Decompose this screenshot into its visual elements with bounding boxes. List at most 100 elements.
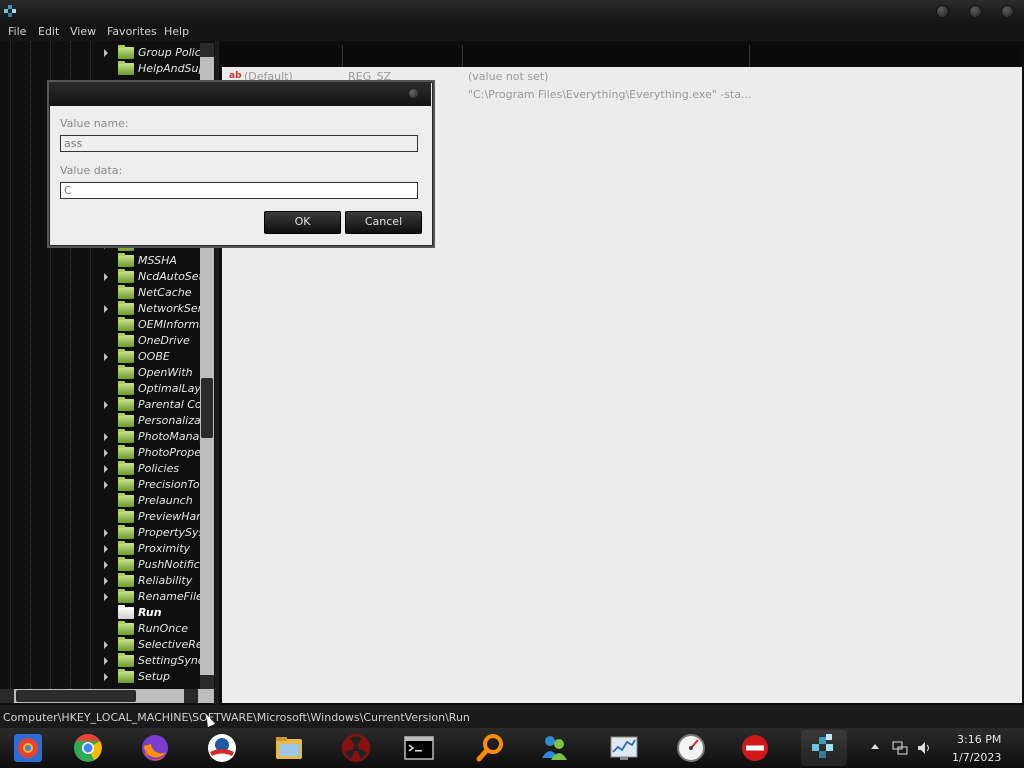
tree-item[interactable]: Reliability [104, 573, 200, 589]
scroll-up-arrow[interactable] [200, 43, 214, 57]
folder-icon [118, 445, 134, 459]
tree-item-label: OptimalLayo [138, 382, 200, 395]
tree-item[interactable]: OpenWith [104, 365, 200, 381]
tree-item[interactable]: OEMInforma [104, 317, 200, 333]
tree-item[interactable]: Group Policy [104, 45, 200, 61]
tree-item-label: Reliability [138, 574, 193, 587]
chromium-icon[interactable] [5, 730, 51, 766]
dialog-title-bar[interactable] [49, 82, 431, 106]
tree-item[interactable]: Setup [104, 669, 200, 685]
scroll-thumb[interactable] [201, 378, 213, 438]
expand-arrow-icon[interactable] [104, 545, 108, 553]
network-icon[interactable] [892, 741, 908, 755]
expand-arrow-icon[interactable] [104, 353, 108, 361]
volume-icon[interactable] [917, 741, 933, 755]
obama-logo-icon[interactable] [199, 730, 245, 766]
expand-arrow-icon[interactable] [104, 593, 108, 601]
tree-item[interactable]: Personalizat [104, 413, 200, 429]
expand-arrow-icon[interactable] [104, 529, 108, 537]
folder-icon [118, 589, 134, 603]
menu-help[interactable]: Help [164, 25, 189, 38]
performance-monitor-icon[interactable] [601, 730, 647, 766]
scroll-thumb-horizontal[interactable] [16, 690, 136, 702]
tree-item[interactable]: PreviewHan [104, 509, 200, 525]
close-button[interactable] [1001, 5, 1014, 18]
minimize-button[interactable] [936, 5, 949, 18]
tree-item[interactable]: MSSHA [104, 253, 200, 269]
expand-arrow-icon[interactable] [104, 577, 108, 585]
expand-arrow-icon[interactable] [104, 401, 108, 409]
clock-date[interactable]: 1/7/2023 [952, 751, 1001, 764]
firefox-icon[interactable] [132, 730, 178, 766]
tree-item[interactable]: NetCache [104, 285, 200, 301]
tree-item[interactable]: SettingSync [104, 653, 200, 669]
folder-icon [118, 573, 134, 587]
tree-item[interactable]: OptimalLayo [104, 381, 200, 397]
tree-item[interactable]: PhotoManag [104, 429, 200, 445]
tree-item-label: OOBE [138, 350, 170, 363]
scroll-down-arrow[interactable] [200, 675, 214, 689]
column-separator[interactable] [749, 45, 750, 67]
tree-item[interactable]: PrecisionTou [104, 477, 200, 493]
tree-item[interactable]: SelectiveRer [104, 637, 200, 653]
expand-arrow-icon[interactable] [104, 673, 108, 681]
expand-arrow-icon[interactable] [104, 561, 108, 569]
radiation-icon[interactable] [333, 730, 379, 766]
cancel-button[interactable]: Cancel [345, 211, 422, 234]
tree-item[interactable]: OOBE [104, 349, 200, 365]
tree-item[interactable]: RenameFiles [104, 589, 200, 605]
tree-item-label: Parental Cor [138, 398, 200, 411]
value-data-field[interactable] [60, 182, 418, 199]
command-prompt-icon[interactable] [396, 730, 442, 766]
scroll-left-arrow[interactable] [0, 689, 14, 703]
column-separator[interactable] [342, 45, 343, 67]
maximize-button[interactable] [969, 5, 982, 18]
tree-item[interactable]: Policies [104, 461, 200, 477]
folder-icon [118, 349, 134, 363]
tree-item-label: PrecisionTou [138, 478, 200, 491]
file-explorer-icon[interactable] [266, 730, 312, 766]
folder-icon [118, 429, 134, 443]
menu-file[interactable]: File [8, 25, 26, 38]
tree-item[interactable]: PushNotifica [104, 557, 200, 573]
tree-item[interactable]: Parental Cor [104, 397, 200, 413]
menu-edit[interactable]: Edit [38, 25, 59, 38]
tree-item[interactable]: NcdAutoSetu [104, 269, 200, 285]
folder-icon [118, 61, 134, 75]
no-entry-icon[interactable] [732, 730, 778, 766]
speedometer-icon[interactable] [668, 730, 714, 766]
registry-editor-app-icon[interactable] [3, 3, 17, 17]
tray-overflow-chevron-icon[interactable] [871, 744, 879, 749]
tree-item[interactable]: PropertySys [104, 525, 200, 541]
dialog-close-icon[interactable] [409, 89, 418, 98]
menu-view[interactable]: View [70, 25, 96, 38]
tree-item[interactable]: RunOnce [104, 621, 200, 637]
tree-item[interactable]: Run [104, 605, 200, 621]
clock-time[interactable]: 3:16 PM [957, 733, 1001, 746]
chrome-icon[interactable] [65, 730, 111, 766]
expand-arrow-icon[interactable] [104, 449, 108, 457]
expand-arrow-icon[interactable] [104, 433, 108, 441]
windows-live-messenger-icon[interactable] [531, 730, 577, 766]
registry-editor-icon[interactable] [801, 730, 847, 766]
tree-item[interactable]: OneDrive [104, 333, 200, 349]
search-magnifier-icon[interactable] [467, 730, 513, 766]
tree-item[interactable]: PhotoProper [104, 445, 200, 461]
tree-item[interactable]: Prelaunch [104, 493, 200, 509]
menu-favorites[interactable]: Favorites [107, 25, 157, 38]
expand-arrow-icon[interactable] [104, 273, 108, 281]
expand-arrow-icon[interactable] [104, 641, 108, 649]
tree-item[interactable]: HelpAndSup [104, 61, 200, 77]
expand-arrow-icon[interactable] [104, 49, 108, 57]
tree-horizontal-scrollbar[interactable] [0, 689, 214, 703]
tree-item[interactable]: Proximity [104, 541, 200, 557]
expand-arrow-icon[interactable] [104, 657, 108, 665]
ok-button[interactable]: OK [264, 211, 341, 234]
tree-item[interactable]: NetworkSen [104, 301, 200, 317]
column-separator[interactable] [462, 45, 463, 67]
expand-arrow-icon[interactable] [104, 481, 108, 489]
expand-arrow-icon[interactable] [104, 465, 108, 473]
expand-arrow-icon[interactable] [104, 305, 108, 313]
scroll-right-arrow[interactable] [184, 689, 198, 703]
value-name-field[interactable] [60, 135, 418, 152]
